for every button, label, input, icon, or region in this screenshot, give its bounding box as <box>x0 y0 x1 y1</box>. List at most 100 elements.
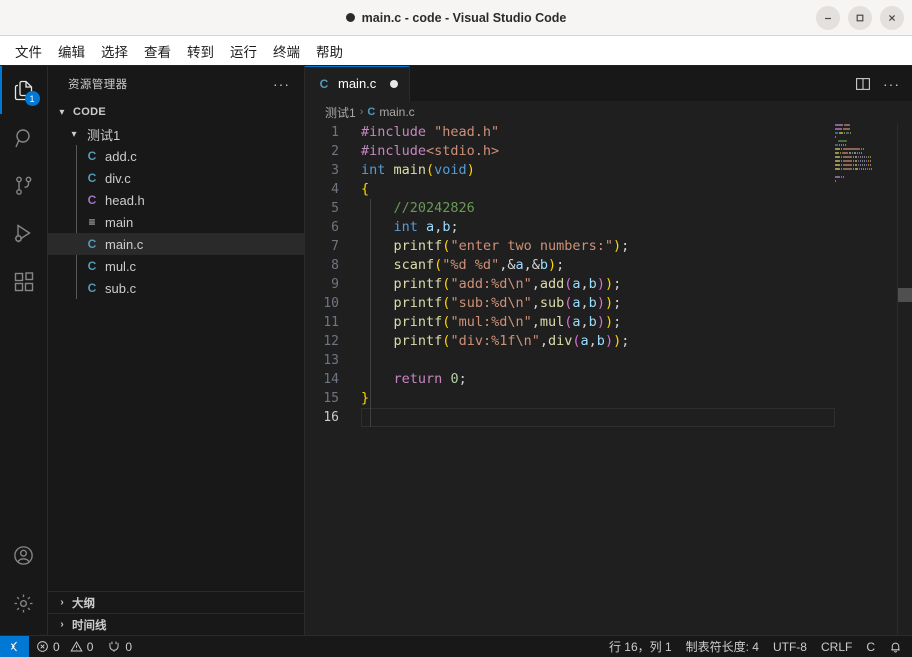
status-warning-count: 0 <box>86 639 94 654</box>
tabs-empty-space <box>410 66 843 101</box>
code-token: a <box>572 314 581 330</box>
indent-guide <box>370 294 371 313</box>
code-token: , <box>531 314 540 330</box>
code-line[interactable]: 6 int a,b; <box>305 218 912 237</box>
code-line[interactable]: 11 printf("mul:%d\n",mul(a,b)); <box>305 313 912 332</box>
activity-bar-item-search[interactable] <box>0 114 48 162</box>
menu-item-run[interactable]: 运行 <box>223 38 264 64</box>
menu-item-file[interactable]: 文件 <box>8 38 49 64</box>
code-line[interactable]: 14 return 0; <box>305 370 912 389</box>
breadcrumb-item-folder[interactable]: 测试1 <box>325 104 356 121</box>
editor-tab-main-c[interactable]: C main.c <box>305 66 411 101</box>
code-line[interactable]: 12 printf("div:%1f\n",div(a,b)); <box>305 332 912 351</box>
minimap-segment <box>835 143 838 146</box>
code-line[interactable]: 3 int main(void) <box>305 161 912 180</box>
sidebar-more-actions-button[interactable]: ··· <box>273 76 296 92</box>
menu-item-view[interactable]: 查看 <box>137 38 178 64</box>
split-editor-icon <box>856 77 870 90</box>
code-line[interactable]: 1 #include "head.h" <box>305 123 912 142</box>
code-line-text: int main(void) <box>361 161 912 180</box>
minimap-segment <box>854 159 858 162</box>
tree-file-mul-c[interactable]: C mul.c <box>48 255 304 277</box>
editor-more-actions-button[interactable]: ··· <box>883 76 900 92</box>
breadcrumb-item-file[interactable]: main.c <box>379 105 414 119</box>
tree-file-div-c[interactable]: C div.c <box>48 167 304 189</box>
code-line[interactable]: 13 <box>305 351 912 370</box>
minimap-segment <box>835 159 841 162</box>
minimap-line <box>835 131 898 134</box>
tree-folder-ceshi1[interactable]: ▾ 测试1 <box>48 123 304 145</box>
explorer-root-code[interactable]: ▾ CODE <box>48 101 304 123</box>
status-editor-position[interactable]: 行 16，列 1 <box>602 636 679 657</box>
status-problems[interactable]: 0 0 <box>29 636 100 657</box>
minimap-segment <box>852 155 854 158</box>
maximize-button[interactable] <box>848 5 872 30</box>
panel-outline[interactable]: › 大纲 <box>48 591 304 613</box>
menu-item-help[interactable]: 帮助 <box>309 38 350 64</box>
status-ports[interactable]: 0 <box>100 636 139 657</box>
extensions-icon <box>14 272 33 292</box>
minimap-segment <box>838 139 847 142</box>
menu-item-terminal[interactable]: 终端 <box>266 38 307 64</box>
tree-file-add-c[interactable]: C add.c <box>48 145 304 167</box>
close-button[interactable] <box>880 5 904 30</box>
tree-file-main[interactable]: ≡ main <box>48 211 304 233</box>
code-line[interactable]: 15} <box>305 389 912 408</box>
scrollbar-thumb[interactable] <box>898 288 912 302</box>
status-editor-language[interactable]: C <box>859 636 882 657</box>
minimap-segment <box>870 159 872 162</box>
minimap[interactable] <box>835 123 898 635</box>
line-number: 12 <box>323 334 339 349</box>
indent-guide <box>370 275 371 294</box>
code-line[interactable]: 2 #include<stdio.h> <box>305 142 912 161</box>
activity-bar-item-explorer[interactable]: 1 <box>0 66 48 114</box>
indent-guide <box>370 332 371 351</box>
activity-bar-item-extensions[interactable] <box>0 258 48 306</box>
code-line[interactable]: 8 scanf("%d %d",&a,&b); <box>305 256 912 275</box>
status-editor-encoding[interactable]: UTF-8 <box>766 636 814 657</box>
panel-timeline[interactable]: › 时间线 <box>48 613 304 635</box>
code-line[interactable]: 10 printf("sub:%d\n",sub(a,b)); <box>305 294 912 313</box>
status-ports-count: 0 <box>125 639 133 654</box>
minimize-button[interactable] <box>816 5 840 30</box>
menu-item-selection[interactable]: 选择 <box>94 38 135 64</box>
code-line[interactable]: 4{ <box>305 180 912 199</box>
code-token: int <box>393 219 418 235</box>
status-notifications[interactable] <box>882 636 912 657</box>
code-line[interactable]: 9 printf("add:%d\n",add(a,b)); <box>305 275 912 294</box>
code-token: b <box>588 295 597 311</box>
code-content[interactable]: 1 #include "head.h" 2 #include<stdio.h> 3 int… <box>305 123 912 635</box>
activity-bar-item-settings[interactable] <box>0 579 48 627</box>
minimap-segment <box>870 163 872 166</box>
tree-file-head-h[interactable]: C head.h <box>48 189 304 211</box>
code-token: ) <box>604 314 614 330</box>
code-line[interactable]: 5 //20242826 <box>305 199 912 218</box>
code-token: ) <box>596 295 605 311</box>
code-token: void <box>434 162 467 178</box>
activity-bar-item-accounts[interactable] <box>0 531 48 579</box>
minimap-segment <box>835 127 842 130</box>
tree-file-main-c[interactable]: C main.c <box>48 233 304 255</box>
code-token: ; <box>613 295 622 311</box>
menu-item-edit[interactable]: 编辑 <box>51 38 92 64</box>
menu-item-go[interactable]: 转到 <box>180 38 221 64</box>
activity-bar-item-run-and-debug[interactable] <box>0 210 48 258</box>
editor-area[interactable]: 1 #include "head.h" 2 #include<stdio.h> 3 int… <box>305 123 912 635</box>
status-remote-indicator[interactable] <box>0 635 29 657</box>
tab-dirty-indicator[interactable] <box>390 79 399 88</box>
code-line[interactable]: 7 printf("enter two numbers:"); <box>305 237 912 256</box>
code-token: ; <box>450 219 459 235</box>
split-editor-button[interactable] <box>855 76 871 92</box>
editor-vertical-scrollbar[interactable] <box>898 123 912 635</box>
code-token: ( <box>426 162 435 178</box>
activity-bar-item-source-control[interactable] <box>0 162 48 210</box>
tree-file-sub-c[interactable]: C sub.c <box>48 277 304 299</box>
code-line-text: printf("sub:%d\n",sub(a,b)); <box>361 294 912 313</box>
status-editor-eol[interactable]: CRLF <box>814 636 859 657</box>
line-number: 2 <box>331 144 339 159</box>
code-token: add <box>539 276 565 292</box>
code-line[interactable]: 16 <box>305 408 912 427</box>
status-editor-indentation[interactable]: 制表符长度: 4 <box>679 636 766 657</box>
c-file-icon: C <box>87 281 97 295</box>
